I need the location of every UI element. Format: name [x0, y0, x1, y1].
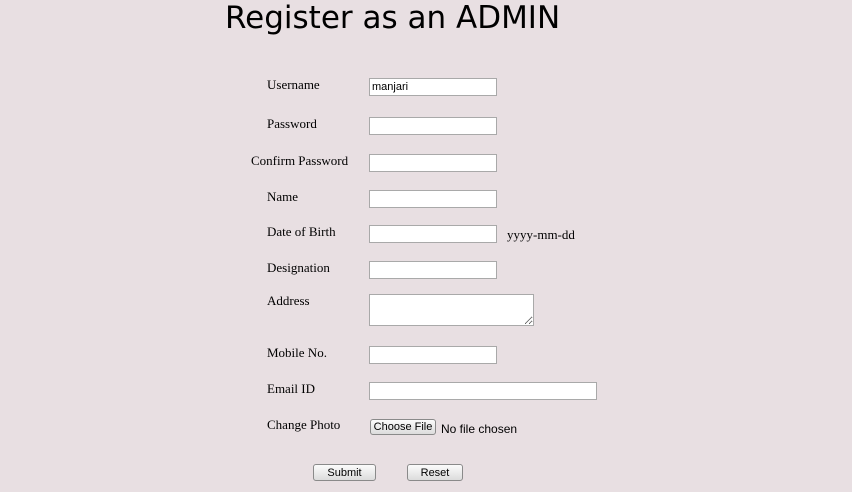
password-input[interactable] [369, 117, 497, 135]
dob-format-hint: yyyy-mm-dd [507, 227, 575, 242]
username-input[interactable] [369, 78, 497, 96]
choose-file-button[interactable]: Choose File [370, 419, 436, 435]
mobile-label: Mobile No. [267, 345, 327, 360]
name-label: Name [267, 189, 299, 204]
page-title: Register as an ADMIN [225, 0, 561, 36]
email-input[interactable] [369, 382, 597, 400]
confirm-password-input[interactable] [369, 154, 497, 172]
designation-input[interactable] [369, 261, 497, 279]
submit-button[interactable]: Submit [313, 464, 376, 481]
dob-label: Date of Birth [267, 224, 336, 239]
photo-label: Change Photo [267, 417, 341, 432]
username-label: Username [267, 77, 320, 92]
address-label: Address [267, 293, 310, 308]
password-label: Password [267, 116, 317, 131]
confirm-password-label: Confirm Password [251, 153, 349, 168]
mobile-input[interactable] [369, 346, 497, 364]
name-input[interactable] [369, 190, 497, 208]
email-label: Email ID [267, 381, 316, 396]
file-status-text: No file chosen [441, 422, 518, 436]
address-textarea[interactable] [369, 294, 534, 326]
reset-button[interactable]: Reset [407, 464, 463, 481]
designation-label: Designation [267, 260, 330, 275]
dob-input[interactable] [369, 225, 497, 243]
